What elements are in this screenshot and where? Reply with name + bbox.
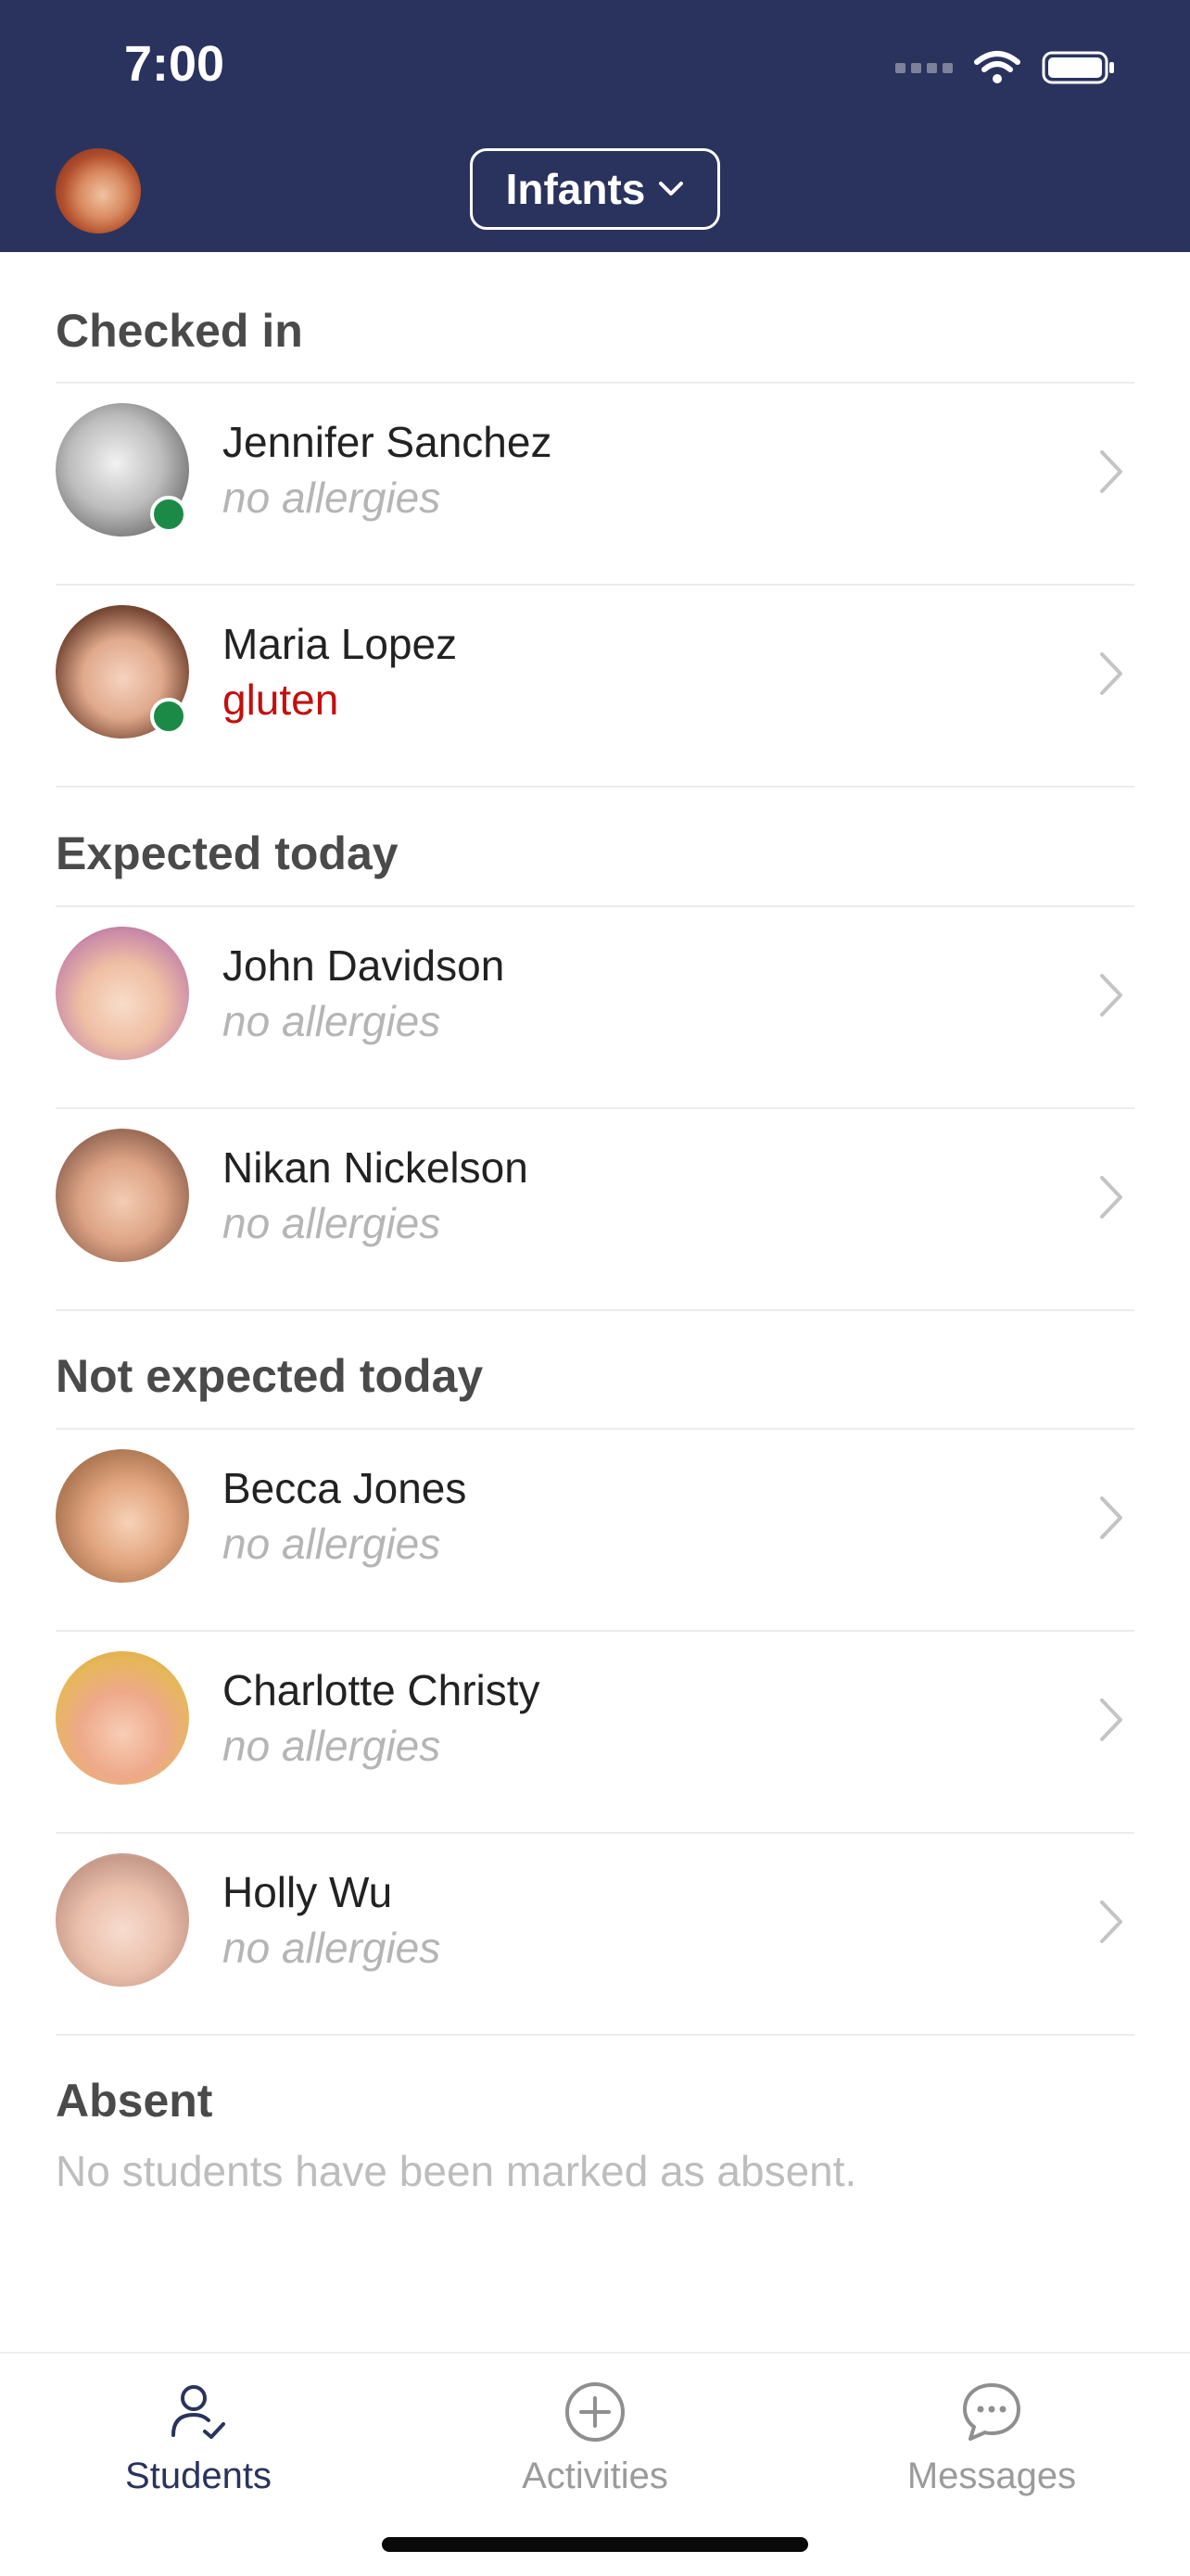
student-name: Jennifer Sanchez xyxy=(222,418,552,466)
chevron-down-icon xyxy=(659,182,684,196)
status-time: 7:00 xyxy=(124,36,225,92)
divider xyxy=(56,1309,1134,1311)
status-icons xyxy=(895,44,1116,91)
chevron-right-icon xyxy=(1100,974,1122,1017)
student-avatar xyxy=(56,1449,189,1583)
student-row[interactable]: Jennifer Sanchez no allergies xyxy=(56,382,1134,584)
tab-students-label: Students xyxy=(125,2456,272,2496)
student-row[interactable]: Nikan Nickelson no allergies xyxy=(56,1107,1134,1309)
student-name: Maria Lopez xyxy=(222,620,458,668)
chevron-right-icon xyxy=(1100,1698,1122,1741)
class-selector-dropdown[interactable]: Infants xyxy=(470,148,720,230)
divider xyxy=(56,2034,1134,2036)
student-name: Holly Wu xyxy=(222,1868,393,1916)
student-allergy: no allergies xyxy=(222,1722,441,1770)
cellular-signal-icon xyxy=(895,62,953,73)
wifi-icon xyxy=(974,51,1020,83)
student-name: John Davidson xyxy=(222,941,505,990)
chat-bubble-icon xyxy=(963,2383,1020,2441)
absent-empty-message: No students have been marked as absent. xyxy=(56,2147,857,2195)
chevron-right-icon xyxy=(1100,1176,1122,1219)
student-allergy: gluten xyxy=(222,676,339,724)
add-circle-icon xyxy=(565,2382,625,2442)
checked-in-status-dot xyxy=(150,496,187,533)
chevron-right-icon xyxy=(1100,450,1122,493)
tab-activities[interactable]: Activities xyxy=(456,2380,734,2497)
student-row[interactable]: John Davidson no allergies xyxy=(56,905,1134,1107)
profile-avatar[interactable] xyxy=(56,148,141,234)
checked-in-status-dot xyxy=(150,698,187,735)
battery-icon xyxy=(1042,51,1114,84)
chevron-right-icon xyxy=(1100,652,1122,695)
student-avatar xyxy=(56,1853,189,1987)
section-header-expected-today: Expected today xyxy=(56,827,399,879)
class-selector-label: Infants xyxy=(505,165,646,213)
student-avatar xyxy=(56,1129,189,1262)
home-indicator xyxy=(382,2537,808,2552)
student-avatar xyxy=(56,927,189,1060)
student-row[interactable]: Becca Jones no allergies xyxy=(56,1428,1134,1630)
student-row[interactable]: Holly Wu no allergies xyxy=(56,1832,1134,2034)
student-allergy: no allergies xyxy=(222,1520,441,1568)
student-allergy: no allergies xyxy=(222,1924,441,1972)
chevron-right-icon xyxy=(1100,1900,1122,1943)
student-name: Becca Jones xyxy=(222,1464,467,1512)
student-name: Nikan Nickelson xyxy=(222,1143,528,1192)
top-header: 7:00 Infants xyxy=(0,0,1190,252)
student-row[interactable]: Charlotte Christy no allergies xyxy=(56,1630,1134,1832)
student-row[interactable]: Maria Lopez gluten xyxy=(56,584,1134,786)
student-avatar xyxy=(56,1651,189,1785)
tab-activities-label: Activities xyxy=(522,2456,668,2496)
tab-students[interactable]: Students xyxy=(59,2380,337,2497)
tab-messages-label: Messages xyxy=(906,2456,1077,2496)
divider xyxy=(56,786,1134,788)
section-header-absent: Absent xyxy=(56,2075,213,2127)
student-allergy: no allergies xyxy=(222,997,441,1045)
tab-messages[interactable]: Messages xyxy=(853,2380,1131,2497)
section-header-not-expected-today: Not expected today xyxy=(56,1350,484,1402)
chevron-right-icon xyxy=(1100,1496,1122,1539)
student-allergy: no allergies xyxy=(222,1199,441,1247)
section-header-checked-in: Checked in xyxy=(56,305,303,357)
student-name: Charlotte Christy xyxy=(222,1666,540,1714)
student-check-icon xyxy=(171,2385,225,2439)
student-allergy: no allergies xyxy=(222,474,441,522)
